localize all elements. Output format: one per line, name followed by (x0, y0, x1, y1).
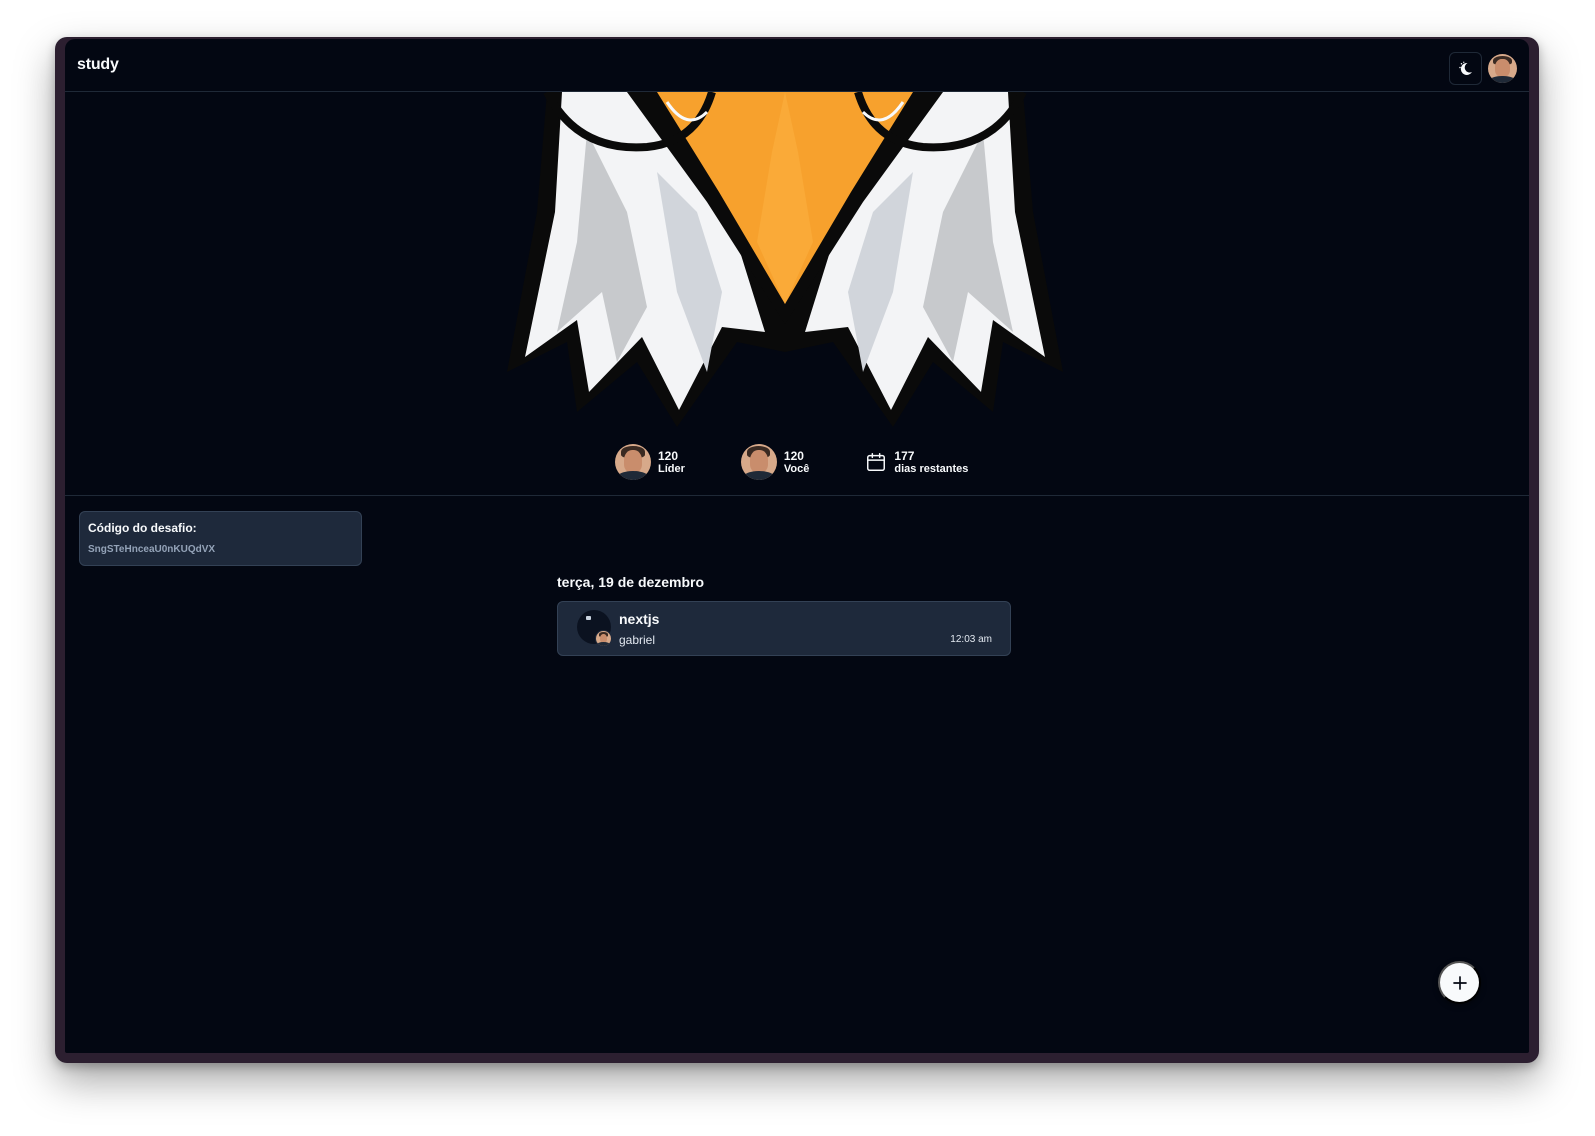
stat-leader: 120 Líder (615, 444, 685, 480)
theme-toggle-button[interactable] (1449, 52, 1482, 85)
you-label: Você (783, 462, 810, 475)
challenge-code-value[interactable]: SngSTeHnceaU0nKUQdVX (88, 544, 353, 555)
days-remaining-label: dias restantes (894, 462, 969, 475)
days-remaining-value: 177 (894, 448, 915, 463)
eagle-mascot-image (507, 92, 1063, 427)
leader-label: Líder (658, 462, 685, 475)
challenge-hero: 120 Líder 120 Você 177 dias restantes (65, 92, 1529, 496)
feed-day-heading: terça, 19 de dezembro (557, 574, 705, 590)
you-avatar (740, 444, 777, 480)
app-screen: study 120 Líder 120 Você 177 dias restan… (65, 39, 1529, 1053)
add-post-button[interactable] (1438, 961, 1481, 1004)
plus-icon (1452, 975, 1467, 990)
top-bar: study (65, 39, 1529, 92)
leader-avatar (615, 444, 651, 480)
browser-window: study 120 Líder 120 Você 177 dias restan… (55, 37, 1539, 1063)
app-title[interactable]: study (77, 56, 119, 74)
moon-sun-icon (1458, 61, 1472, 75)
stats-row: 120 Líder 120 Você 177 dias restantes (615, 444, 968, 480)
topbar-actions (1449, 52, 1517, 85)
post-author-avatar (595, 630, 612, 647)
you-score: 120 (783, 448, 804, 463)
feed-post[interactable]: nextjs gabriel 12:03 am (557, 601, 1011, 656)
stat-days-remaining: 177 dias restantes (865, 449, 968, 476)
leader-score: 120 (658, 448, 679, 463)
challenge-code-title: Código do desafio: (88, 521, 197, 535)
post-title: nextjs (619, 611, 660, 627)
post-author: gabriel (619, 633, 656, 647)
user-avatar[interactable] (1488, 54, 1517, 83)
calendar-icon (867, 453, 886, 471)
challenge-code-card[interactable]: Código do desafio: SngSTeHnceaU0nKUQdVX (79, 511, 362, 566)
post-time: 12:03 am (950, 634, 992, 645)
stat-you: 120 Você (740, 444, 810, 480)
